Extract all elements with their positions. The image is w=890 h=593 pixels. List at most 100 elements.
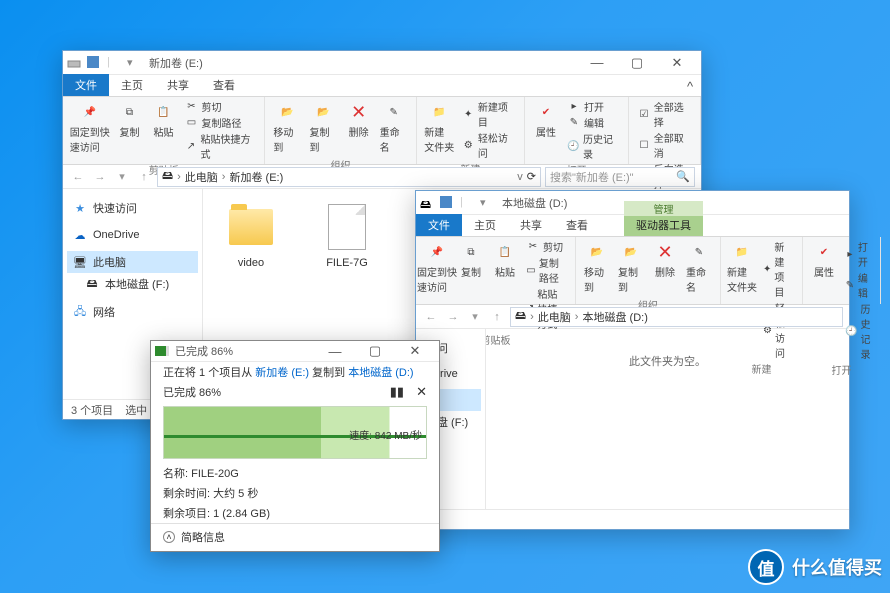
search-input[interactable]: 搜索"新加卷 (E:)" 🔍 — [545, 167, 695, 187]
back-button[interactable]: ← — [69, 168, 87, 186]
maximize-button[interactable]: ▢ — [355, 341, 395, 361]
shortcut-icon: ↗ — [184, 139, 197, 153]
edit-icon: ✎ — [567, 116, 581, 130]
properties-button[interactable]: ✔属性 — [531, 99, 561, 161]
up-button[interactable]: ↑ — [135, 168, 153, 186]
dest-link[interactable]: 本地磁盘 (D:) — [348, 367, 413, 379]
tab-view[interactable]: 查看 — [201, 74, 247, 96]
delete-button[interactable]: ✕删除 — [344, 99, 374, 156]
tab-file[interactable]: 文件 — [416, 214, 462, 236]
crumb-pc[interactable]: 此电脑 — [538, 309, 571, 325]
path-icon: ▭ — [184, 116, 198, 130]
rename-button[interactable]: ✎重命名 — [378, 99, 410, 156]
minimize-button[interactable]: — — [315, 341, 355, 361]
selectall-button[interactable]: ☑全部选择 — [635, 99, 694, 129]
dropdown-icon[interactable]: ▾ — [127, 56, 141, 70]
close-button[interactable]: ✕ — [395, 341, 435, 361]
nav-local-f[interactable]: 🖴本地磁盘 (F:) — [67, 273, 198, 295]
quick-access-toolbar: 🖴 | ▾ — [420, 196, 494, 210]
address-bar: ← → ▾ ↑ 🖴› 此电脑› 本地磁盘 (D:) — [416, 305, 849, 329]
breadcrumb[interactable]: 🖴 › 此电脑 › 新加卷 (E:) v ⟳ — [157, 167, 541, 187]
newitem-button[interactable]: ✦新建项目 — [460, 99, 518, 129]
file-item-7g[interactable]: FILE-7G — [311, 201, 383, 269]
maximize-button[interactable]: ▢ — [617, 53, 657, 73]
edit-button[interactable]: ✎编辑 — [843, 270, 874, 300]
pasteshortcut-button[interactable]: ↗粘贴快捷方式 — [182, 131, 258, 161]
moveto-button[interactable]: 📂移动到 — [271, 99, 303, 156]
open-button[interactable]: ▸打开 — [565, 99, 622, 114]
nav-network[interactable]: 🖧网络 — [67, 301, 198, 323]
cut-button[interactable]: ✂剪切 — [182, 99, 258, 114]
up-button[interactable]: ↑ — [488, 308, 506, 326]
tab-share[interactable]: 共享 — [508, 214, 554, 236]
save-icon[interactable] — [87, 56, 101, 70]
nav-quick-access[interactable]: ★快速访问 — [67, 197, 198, 219]
copypath-button[interactable]: ▭复制路径 — [182, 115, 258, 130]
cut-button[interactable]: ✂剪切 — [524, 239, 569, 254]
rename-button[interactable]: ✎重命名 — [684, 239, 714, 296]
properties-icon: ✔ — [535, 101, 557, 123]
minimize-button[interactable]: — — [577, 53, 617, 73]
selectnone-icon: ☐ — [637, 138, 650, 152]
rename-icon: ✎ — [688, 241, 710, 263]
copy-button[interactable]: ⧉复制 — [114, 99, 144, 161]
easyaccess-button[interactable]: ⚙轻松访问 — [460, 130, 518, 160]
ribbon: 📌固定到快 速访问 ⧉复制 📋粘贴 ✂剪切 ▭复制路径 ↗粘贴快捷方式 剪贴板 … — [63, 97, 701, 165]
newfolder-button[interactable]: 📁新建 文件夹 — [423, 99, 456, 160]
brief-toggle[interactable]: ˄ 简略信息 — [151, 523, 439, 545]
dropdown-icon[interactable]: ▾ — [480, 196, 494, 210]
tab-home[interactable]: 主页 — [462, 214, 508, 236]
breadcrumb[interactable]: 🖴› 此电脑› 本地磁盘 (D:) — [510, 307, 843, 327]
paste-button[interactable]: 📋粘贴 — [148, 99, 178, 161]
ribbon-collapse-icon[interactable]: ^ — [679, 76, 701, 96]
delete-button[interactable]: ✕删除 — [650, 239, 680, 296]
tab-share[interactable]: 共享 — [155, 74, 201, 96]
pin-button[interactable]: 📌固定到快 速访问 — [69, 99, 110, 161]
easyaccess-icon: ⚙ — [462, 138, 475, 152]
open-button[interactable]: ▸打开 — [843, 239, 874, 269]
copy-from-to: 正在将 1 个项目从 新加卷 (E:) 复制到 本地磁盘 (D:) — [151, 362, 439, 382]
save-icon[interactable] — [440, 196, 454, 210]
recent-button[interactable]: ▾ — [466, 308, 484, 326]
ribbon-tabs: 文件 主页 共享 查看 管理 驱动器工具 — [416, 215, 849, 237]
titlebar[interactable]: | ▾ 新加卷 (E:) — ▢ ✕ — [63, 51, 701, 75]
pause-button[interactable]: ▮▮ — [390, 384, 404, 400]
tab-home[interactable]: 主页 — [109, 74, 155, 96]
nav-onedrive[interactable]: ☁OneDrive — [67, 225, 198, 245]
moveto-button[interactable]: 📂移动到 — [582, 239, 612, 296]
selectnone-button[interactable]: ☐全部取消 — [635, 130, 694, 160]
newitem-button[interactable]: ✦新建项目 — [761, 239, 796, 299]
file-item-video[interactable]: video — [215, 201, 287, 269]
close-button[interactable]: ✕ — [657, 53, 697, 73]
back-button[interactable]: ← — [422, 308, 440, 326]
forward-button[interactable]: → — [444, 308, 462, 326]
selectall-icon: ☑ — [637, 107, 650, 121]
copy-icon: ⧉ — [460, 241, 482, 263]
refresh-icon[interactable]: ⟳ — [527, 170, 536, 183]
copyto-button[interactable]: 📂复制到 — [616, 239, 646, 296]
forward-button[interactable]: → — [91, 168, 109, 186]
crumb-drive[interactable]: 新加卷 (E:) — [229, 169, 283, 185]
copy-progress-dialog: 已完成 86% — ▢ ✕ 正在将 1 个项目从 新加卷 (E:) 复制到 本地… — [150, 340, 440, 552]
nav-this-pc[interactable]: 🖥此电脑 — [67, 251, 198, 273]
status-count: 3 个项目 — [71, 402, 113, 418]
copypath-button[interactable]: ▭复制路径 — [524, 255, 569, 285]
tab-file[interactable]: 文件 — [63, 74, 109, 96]
titlebar[interactable]: 已完成 86% — ▢ ✕ — [151, 341, 439, 362]
source-link[interactable]: 新加卷 (E:) — [255, 367, 309, 379]
crumb-drive[interactable]: 本地磁盘 (D:) — [582, 309, 647, 325]
cancel-button[interactable]: ✕ — [416, 384, 427, 400]
explorer-window-d: 🖴 | ▾ 本地磁盘 (D:) 文件 主页 共享 查看 管理 驱动器工具 📌固定… — [415, 190, 850, 530]
copyto-button[interactable]: 📂复制到 — [308, 99, 340, 156]
tab-view[interactable]: 查看 — [554, 214, 600, 236]
file-content[interactable]: 此文件夹为空。 — [486, 329, 849, 509]
recent-button[interactable]: ▾ — [113, 168, 131, 186]
edit-button[interactable]: ✎编辑 — [565, 115, 622, 130]
speed-graph: 速度: 842 MB/秒 — [163, 406, 427, 459]
history-button[interactable]: 🕘历史记录 — [565, 131, 622, 161]
tab-drive-tools[interactable]: 管理 驱动器工具 — [624, 214, 703, 236]
cut-icon: ✂ — [184, 100, 198, 114]
crumb-pc[interactable]: 此电脑 — [185, 169, 218, 185]
copyto-icon: 📂 — [313, 101, 335, 123]
drive-icon: 🖴 — [515, 307, 526, 326]
